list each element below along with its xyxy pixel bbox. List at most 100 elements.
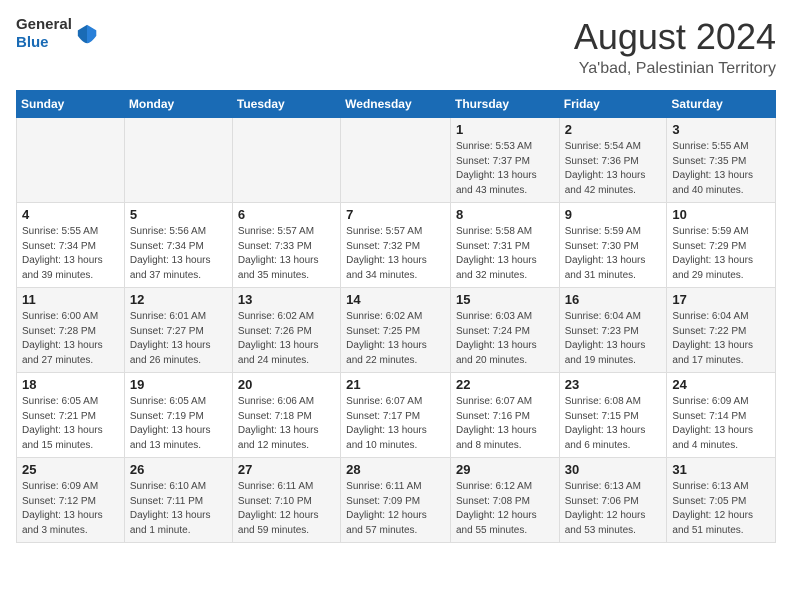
week-row-5: 25 Sunrise: 6:09 AM Sunset: 7:12 PM Dayli…: [17, 458, 776, 543]
day-info: Sunrise: 6:10 AM Sunset: 7:11 PM Dayligh…: [130, 480, 227, 538]
calendar-cell: 23 Sunrise: 6:08 AM Sunset: 7:15 PM Dayli…: [559, 373, 667, 458]
calendar-cell: 30Sunrise: 6:13 AM Sunset: 7:06 PM Dayli…: [559, 458, 667, 543]
day-info: Sunrise: 6:04 AM Sunset: 7:22 PM Dayligh…: [672, 310, 770, 368]
calendar-cell: 27 Sunrise: 6:11 AM Sunset: 7:10 PM Dayli…: [232, 458, 340, 543]
weekday-header-monday: Monday: [124, 91, 232, 118]
day-number: 1: [456, 122, 554, 137]
calendar-cell: 22 Sunrise: 6:07 AM Sunset: 7:16 PM Dayli…: [450, 373, 559, 458]
calendar-cell: 6 Sunrise: 5:57 AM Sunset: 7:33 PM Daylig…: [232, 203, 340, 288]
day-number: 7: [346, 207, 445, 222]
day-info: Sunrise: 5:55 AM Sunset: 7:35 PM Dayligh…: [672, 140, 770, 198]
week-row-4: 18 Sunrise: 6:05 AM Sunset: 7:21 PM Dayli…: [17, 373, 776, 458]
day-number: 31: [672, 462, 770, 477]
calendar-cell: 19 Sunrise: 6:05 AM Sunset: 7:19 PM Dayli…: [124, 373, 232, 458]
calendar-cell: 9Sunrise: 5:59 AM Sunset: 7:30 PM Daylig…: [559, 203, 667, 288]
day-info: Sunrise: 6:02 AM Sunset: 7:25 PM Dayligh…: [346, 310, 445, 368]
day-number: 20: [238, 377, 335, 392]
day-number: 17: [672, 292, 770, 307]
calendar-cell: 8Sunrise: 5:58 AM Sunset: 7:31 PM Daylig…: [450, 203, 559, 288]
day-info: Sunrise: 6:08 AM Sunset: 7:15 PM Dayligh…: [565, 395, 662, 453]
calendar-cell: 15 Sunrise: 6:03 AM Sunset: 7:24 PM Dayli…: [450, 288, 559, 373]
day-number: 5: [130, 207, 227, 222]
week-row-3: 11Sunrise: 6:00 AM Sunset: 7:28 PM Dayli…: [17, 288, 776, 373]
day-info: Sunrise: 5:54 AM Sunset: 7:36 PM Dayligh…: [565, 140, 662, 198]
day-number: 4: [22, 207, 119, 222]
calendar-cell: 26Sunrise: 6:10 AM Sunset: 7:11 PM Dayli…: [124, 458, 232, 543]
calendar-header: General Blue August 2024 Ya'bad, Palesti…: [16, 16, 776, 78]
day-info: Sunrise: 6:00 AM Sunset: 7:28 PM Dayligh…: [22, 310, 119, 368]
calendar-cell: 31 Sunrise: 6:13 AM Sunset: 7:05 PM Dayli…: [667, 458, 776, 543]
calendar-cell: 16 Sunrise: 6:04 AM Sunset: 7:23 PM Dayli…: [559, 288, 667, 373]
day-number: 6: [238, 207, 335, 222]
logo-blue: Blue: [16, 34, 49, 51]
calendar-cell: 17 Sunrise: 6:04 AM Sunset: 7:22 PM Dayli…: [667, 288, 776, 373]
day-info: Sunrise: 6:04 AM Sunset: 7:23 PM Dayligh…: [565, 310, 662, 368]
day-info: Sunrise: 5:55 AM Sunset: 7:34 PM Dayligh…: [22, 225, 119, 283]
calendar-cell: 1 Sunrise: 5:53 AM Sunset: 7:37 PM Daylig…: [450, 118, 559, 203]
calendar-cell: 20 Sunrise: 6:06 AM Sunset: 7:18 PM Dayli…: [232, 373, 340, 458]
day-number: 13: [238, 292, 335, 307]
calendar-cell: 7Sunrise: 5:57 AM Sunset: 7:32 PM Daylig…: [341, 203, 451, 288]
day-info: Sunrise: 5:59 AM Sunset: 7:29 PM Dayligh…: [672, 225, 770, 283]
day-info: Sunrise: 5:58 AM Sunset: 7:31 PM Dayligh…: [456, 225, 554, 283]
day-info: Sunrise: 6:13 AM Sunset: 7:06 PM Dayligh…: [565, 480, 662, 538]
calendar-cell: 18 Sunrise: 6:05 AM Sunset: 7:21 PM Dayli…: [17, 373, 125, 458]
calendar-cell: [17, 118, 125, 203]
day-number: 23: [565, 377, 662, 392]
day-info: Sunrise: 6:11 AM Sunset: 7:09 PM Dayligh…: [346, 480, 445, 538]
week-row-2: 4 Sunrise: 5:55 AM Sunset: 7:34 PM Daylig…: [17, 203, 776, 288]
calendar-cell: [232, 118, 340, 203]
day-info: Sunrise: 6:06 AM Sunset: 7:18 PM Dayligh…: [238, 395, 335, 453]
day-info: Sunrise: 6:09 AM Sunset: 7:12 PM Dayligh…: [22, 480, 119, 538]
calendar-cell: 29Sunrise: 6:12 AM Sunset: 7:08 PM Dayli…: [450, 458, 559, 543]
day-info: Sunrise: 6:11 AM Sunset: 7:10 PM Dayligh…: [238, 480, 335, 538]
title-area: August 2024 Ya'bad, Palestinian Territor…: [574, 16, 776, 78]
calendar-table: SundayMondayTuesdayWednesdayThursdayFrid…: [16, 90, 776, 543]
day-info: Sunrise: 6:07 AM Sunset: 7:16 PM Dayligh…: [456, 395, 554, 453]
calendar-cell: 14 Sunrise: 6:02 AM Sunset: 7:25 PM Dayli…: [341, 288, 451, 373]
day-info: Sunrise: 5:56 AM Sunset: 7:34 PM Dayligh…: [130, 225, 227, 283]
day-info: Sunrise: 5:53 AM Sunset: 7:37 PM Dayligh…: [456, 140, 554, 198]
day-info: Sunrise: 6:05 AM Sunset: 7:21 PM Dayligh…: [22, 395, 119, 453]
day-number: 27: [238, 462, 335, 477]
day-number: 9: [565, 207, 662, 222]
calendar-cell: 2 Sunrise: 5:54 AM Sunset: 7:36 PM Daylig…: [559, 118, 667, 203]
weekday-header-thursday: Thursday: [450, 91, 559, 118]
day-info: Sunrise: 6:02 AM Sunset: 7:26 PM Dayligh…: [238, 310, 335, 368]
weekday-header-tuesday: Tuesday: [232, 91, 340, 118]
weekday-header-sunday: Sunday: [17, 91, 125, 118]
day-info: Sunrise: 6:03 AM Sunset: 7:24 PM Dayligh…: [456, 310, 554, 368]
day-number: 28: [346, 462, 445, 477]
weekday-header-row: SundayMondayTuesdayWednesdayThursdayFrid…: [17, 91, 776, 118]
calendar-cell: 25 Sunrise: 6:09 AM Sunset: 7:12 PM Dayli…: [17, 458, 125, 543]
day-info: Sunrise: 5:57 AM Sunset: 7:33 PM Dayligh…: [238, 225, 335, 283]
weekday-header-wednesday: Wednesday: [341, 91, 451, 118]
day-number: 3: [672, 122, 770, 137]
calendar-cell: 11Sunrise: 6:00 AM Sunset: 7:28 PM Dayli…: [17, 288, 125, 373]
day-number: 25: [22, 462, 119, 477]
logo-icon: [76, 23, 98, 45]
calendar-cell: 24 Sunrise: 6:09 AM Sunset: 7:14 PM Dayli…: [667, 373, 776, 458]
calendar-cell: 21Sunrise: 6:07 AM Sunset: 7:17 PM Dayli…: [341, 373, 451, 458]
day-number: 24: [672, 377, 770, 392]
week-row-1: 1 Sunrise: 5:53 AM Sunset: 7:37 PM Daylig…: [17, 118, 776, 203]
calendar-cell: 28 Sunrise: 6:11 AM Sunset: 7:09 PM Dayli…: [341, 458, 451, 543]
calendar-title: August 2024: [574, 16, 776, 58]
day-number: 10: [672, 207, 770, 222]
day-number: 14: [346, 292, 445, 307]
day-number: 2: [565, 122, 662, 137]
day-number: 15: [456, 292, 554, 307]
day-number: 19: [130, 377, 227, 392]
day-number: 18: [22, 377, 119, 392]
day-number: 16: [565, 292, 662, 307]
calendar-cell: 12Sunrise: 6:01 AM Sunset: 7:27 PM Dayli…: [124, 288, 232, 373]
logo: General Blue: [16, 16, 98, 52]
weekday-header-friday: Friday: [559, 91, 667, 118]
calendar-cell: 13 Sunrise: 6:02 AM Sunset: 7:26 PM Dayli…: [232, 288, 340, 373]
day-info: Sunrise: 6:09 AM Sunset: 7:14 PM Dayligh…: [672, 395, 770, 453]
day-info: Sunrise: 6:13 AM Sunset: 7:05 PM Dayligh…: [672, 480, 770, 538]
day-number: 22: [456, 377, 554, 392]
day-info: Sunrise: 6:05 AM Sunset: 7:19 PM Dayligh…: [130, 395, 227, 453]
logo-text: General Blue: [16, 16, 72, 52]
calendar-cell: [124, 118, 232, 203]
